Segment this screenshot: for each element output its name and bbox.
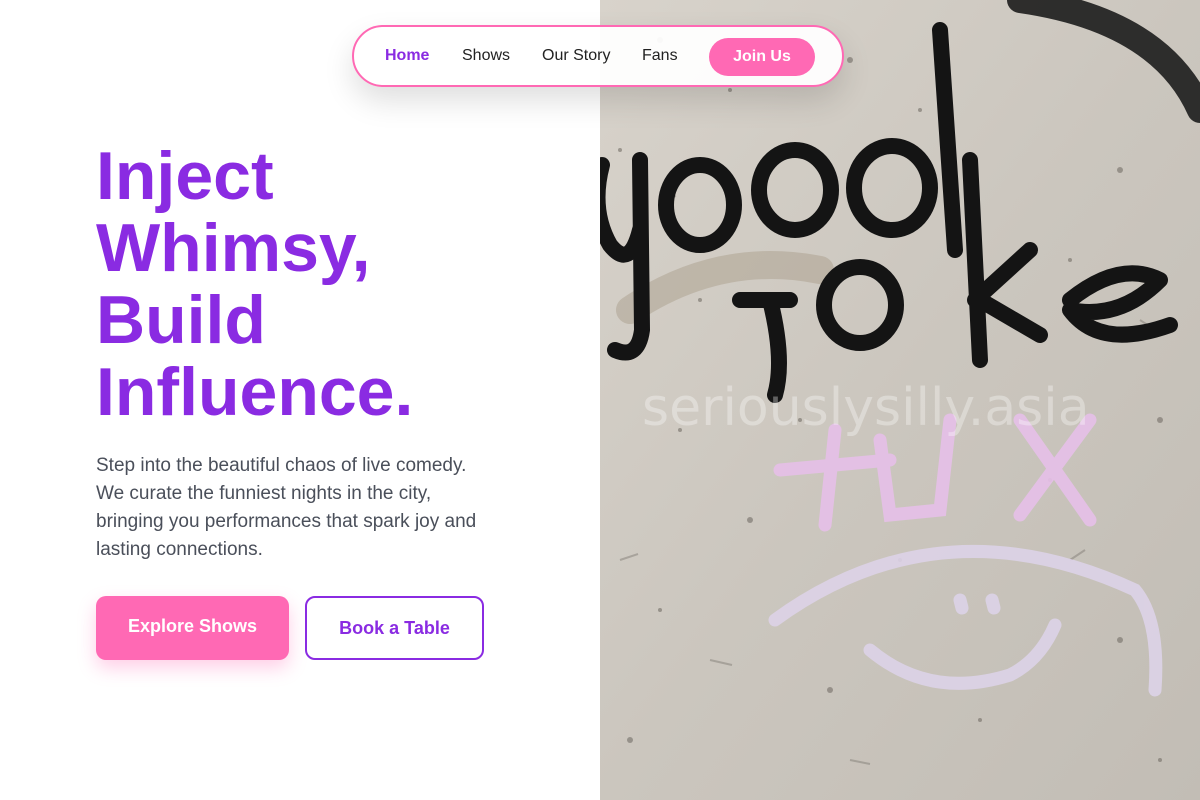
hero-heading: Inject Whimsy, Build Influence. [96, 140, 576, 428]
hero-heading-line: Build [96, 282, 266, 358]
explore-shows-button[interactable]: Explore Shows [96, 596, 289, 660]
nav-link-fans[interactable]: Fans [642, 27, 678, 85]
hero-heading-line: Inject [96, 138, 274, 214]
hero-description: Step into the beautiful chaos of live co… [96, 452, 516, 564]
main-navbar: Home Shows Our Story Fans Join Us [352, 25, 844, 87]
nav-link-home[interactable]: Home [385, 27, 429, 85]
hero-description-line: bringing you performances that spark joy… [96, 511, 477, 532]
hero-description-line: lasting connections. [96, 539, 263, 560]
hero-description-line: We curate the funniest nights in the cit… [96, 483, 432, 504]
nav-link-our-story[interactable]: Our Story [542, 27, 610, 85]
hero-heading-line: Whimsy, [96, 210, 371, 286]
nav-link-shows[interactable]: Shows [462, 27, 510, 85]
book-a-table-button[interactable]: Book a Table [305, 596, 484, 660]
join-us-button[interactable]: Join Us [709, 38, 815, 76]
watermark-text: seriouslysilly.asia [642, 378, 1090, 438]
hero-heading-line: Influence. [96, 354, 414, 430]
landing-page: seriouslysilly.asia Home Shows Our Story… [0, 0, 1200, 800]
hero-image: seriouslysilly.asia [600, 0, 1200, 800]
hero-description-line: Step into the beautiful chaos of live co… [96, 455, 467, 476]
